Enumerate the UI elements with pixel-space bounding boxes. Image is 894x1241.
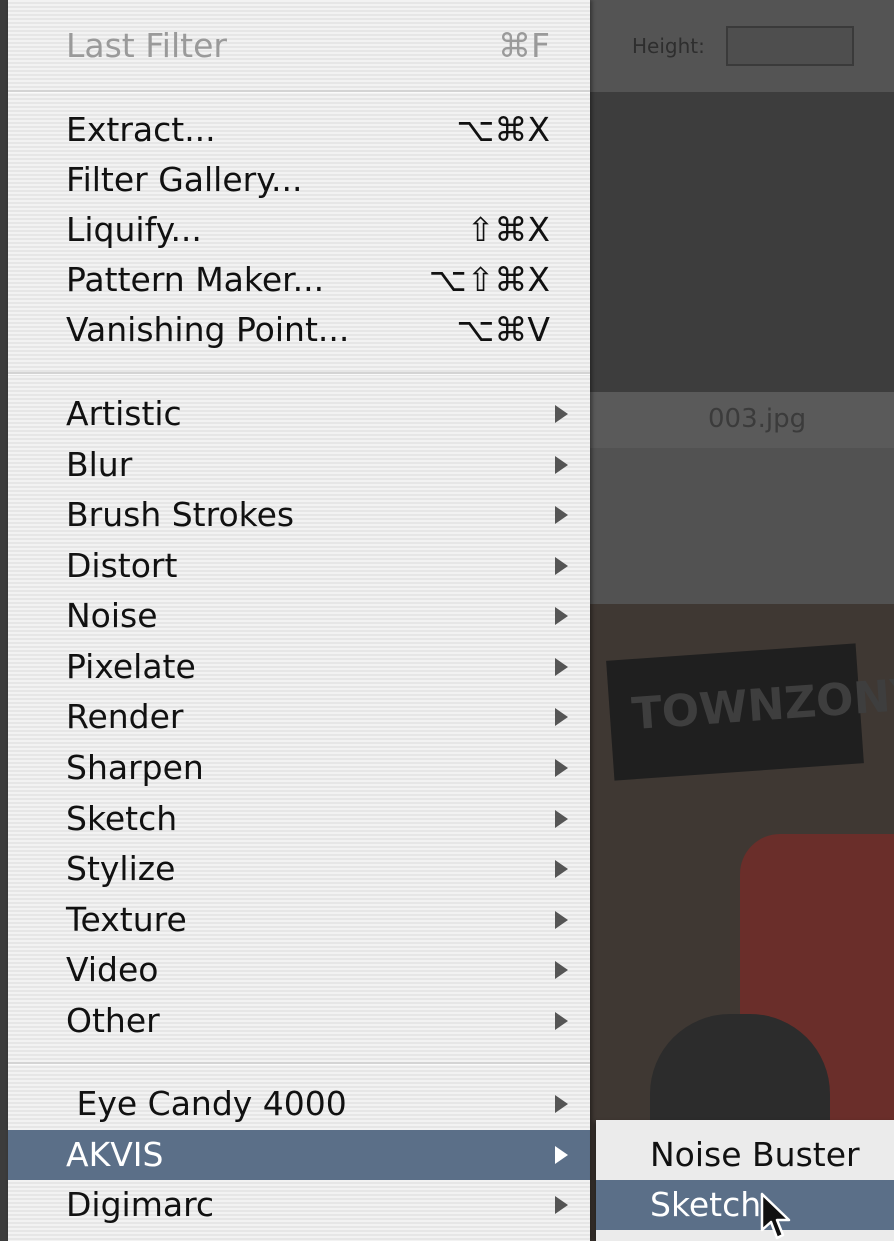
menu-item-label: Liquify... — [66, 210, 202, 249]
menu-item-label: Filter Gallery... — [66, 160, 303, 199]
canvas-dark-area — [590, 92, 894, 392]
akvis-submenu: Noise Buster Sketch — [596, 1120, 894, 1241]
submenu-arrow-icon — [555, 708, 568, 726]
submenu-arrow-icon — [555, 810, 568, 828]
menu-item-label: Texture — [66, 900, 187, 939]
menu-item-label: Pixelate — [66, 647, 196, 686]
submenu-arrow-icon — [555, 860, 568, 878]
submenu-arrow-icon — [555, 607, 568, 625]
menu-item-pattern-maker[interactable]: Pattern Maker... ⌥⇧⌘X — [8, 255, 590, 305]
photo-sign-text: TOWNZONY — [630, 668, 894, 741]
submenu-arrow-icon — [555, 911, 568, 929]
menu-item-filter-gallery[interactable]: Filter Gallery... — [8, 155, 590, 205]
menu-item-digimarc[interactable]: Digimarc — [8, 1180, 590, 1230]
menu-item-label: Stylize — [66, 849, 176, 888]
submenu-arrow-icon — [555, 1196, 568, 1214]
canvas-band — [590, 448, 894, 604]
menu-item-label: Pattern Maker... — [66, 260, 325, 299]
menu-separator — [8, 90, 590, 93]
menu-item-brush-strokes[interactable]: Brush Strokes — [8, 490, 590, 540]
menu-item-shortcut: ⌥⌘V — [456, 310, 550, 349]
menu-item-eye-candy-4000[interactable]: Eye Candy 4000 — [8, 1079, 590, 1129]
menu-item-sketch[interactable]: Sketch — [8, 794, 590, 844]
menu-item-noise[interactable]: Noise — [8, 591, 590, 641]
menu-item-label: Sharpen — [66, 748, 204, 787]
menu-item-liquify[interactable]: Liquify... ⇧⌘X — [8, 205, 590, 255]
menu-item-blur[interactable]: Blur — [8, 440, 590, 490]
menu-item-label: Video — [66, 950, 159, 989]
submenu-arrow-icon — [555, 557, 568, 575]
submenu-arrow-icon — [555, 405, 568, 423]
submenu-item-sketch[interactable]: Sketch — [596, 1180, 894, 1230]
submenu-item-label: Noise Buster — [650, 1135, 860, 1174]
submenu-item-label: Sketch — [650, 1185, 762, 1224]
submenu-arrow-icon — [555, 1012, 568, 1030]
menu-item-label: Blur — [66, 445, 133, 484]
submenu-arrow-icon — [555, 961, 568, 979]
menu-item-label: Distort — [66, 546, 178, 585]
document-title-bar: 003.jpg — [590, 392, 894, 449]
menu-item-extract[interactable]: Extract... ⌥⌘X — [8, 105, 590, 155]
submenu-arrow-icon — [555, 1146, 568, 1164]
menu-item-distort[interactable]: Distort — [8, 541, 590, 591]
menu-item-stylize[interactable]: Stylize — [8, 844, 590, 894]
menu-item-label: Noise — [66, 596, 158, 635]
submenu-arrow-icon — [555, 1095, 568, 1113]
menu-item-label: Brush Strokes — [66, 495, 295, 534]
menu-item-shortcut: ⌘F — [498, 26, 550, 65]
menu-item-shortcut: ⌥⇧⌘X — [428, 260, 550, 299]
menu-item-sharpen[interactable]: Sharpen — [8, 743, 590, 793]
menu-item-label: Extract... — [66, 110, 216, 149]
photo-sign: TOWNZONY — [606, 643, 894, 781]
submenu-arrow-icon — [555, 658, 568, 676]
menu-item-vanishing-point[interactable]: Vanishing Point... ⌥⌘V — [8, 305, 590, 355]
menu-item-texture[interactable]: Texture — [8, 895, 590, 945]
menu-item-render[interactable]: Render — [8, 692, 590, 742]
menu-item-label: Last Filter — [66, 26, 227, 65]
menu-item-label: Sketch — [66, 799, 178, 838]
submenu-arrow-icon — [555, 759, 568, 777]
options-bar: Height: — [590, 0, 894, 93]
menu-item-label: Vanishing Point... — [66, 310, 350, 349]
mouse-pointer-icon — [760, 1192, 791, 1240]
document-title: 003.jpg — [708, 404, 807, 434]
menu-item-label: Digimarc — [66, 1185, 215, 1224]
height-label: Height: — [632, 34, 705, 58]
menu-item-last-filter: Last Filter ⌘F — [8, 21, 590, 71]
menu-separator — [8, 372, 590, 375]
menu-item-label: Eye Candy 4000 — [66, 1084, 347, 1123]
menu-item-label: Render — [66, 697, 184, 736]
menu-item-video[interactable]: Video — [8, 945, 590, 995]
submenu-arrow-icon — [555, 456, 568, 474]
menu-separator — [8, 1062, 590, 1065]
document-window-background: Height: 003.jpg TOWNZONY — [590, 0, 894, 1241]
menu-item-shortcut: ⇧⌘X — [466, 210, 550, 249]
menu-item-other[interactable]: Other — [8, 996, 590, 1046]
height-field[interactable] — [726, 26, 854, 66]
filter-menu: Last Filter ⌘F Extract... ⌥⌘X Filter Gal… — [8, 0, 590, 1241]
menu-item-label: AKVIS — [66, 1135, 164, 1174]
menu-item-artistic[interactable]: Artistic — [8, 389, 590, 439]
menu-item-label: Artistic — [66, 394, 182, 433]
menu-item-label: Other — [66, 1001, 160, 1040]
menu-item-shortcut: ⌥⌘X — [456, 110, 550, 149]
menu-item-pixelate[interactable]: Pixelate — [8, 642, 590, 692]
submenu-arrow-icon — [555, 506, 568, 524]
menu-item-akvis[interactable]: AKVIS — [8, 1130, 590, 1180]
submenu-item-noise-buster[interactable]: Noise Buster — [596, 1130, 894, 1180]
